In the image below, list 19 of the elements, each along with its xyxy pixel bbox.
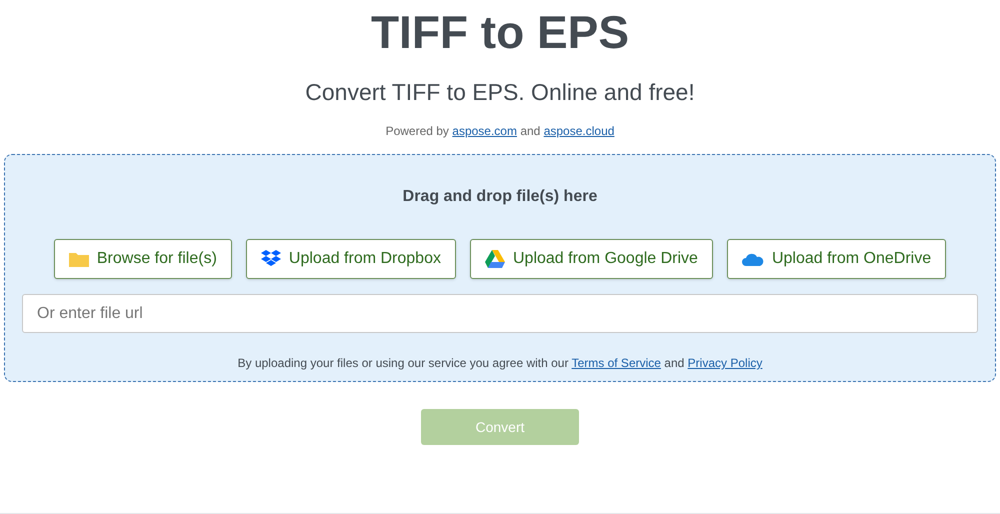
cloud-icon [742, 252, 764, 266]
terms-text: By uploading your files or using our service you agree with our Terms of Service and Privacy Policy [238, 355, 762, 372]
page-title: TIFF to EPS [370, 5, 630, 60]
triangle-icon [484, 250, 505, 268]
upload-button[interactable]: Upload from OneDrive [726, 239, 946, 279]
subtitle: Convert TIFF to EPS. Online and free! [305, 78, 695, 106]
link[interactable]: Terms of Service [572, 356, 661, 370]
box-icon [260, 250, 281, 268]
link[interactable]: Privacy Policy [688, 356, 762, 370]
url-field[interactable]: Or enter file url [22, 294, 978, 333]
folder-icon [68, 251, 89, 267]
powered-by-text: Powered by aspose.com and aspose.cloud [386, 123, 614, 140]
drop-heading: Drag and drop file(s) here [402, 187, 598, 207]
link[interactable]: aspose.cloud [544, 124, 614, 138]
upload-button[interactable]: Upload from Google Drive [470, 239, 713, 279]
upload-button[interactable]: Upload from Dropbox [246, 239, 456, 279]
drop-zone[interactable] [4, 154, 996, 382]
link[interactable]: aspose.com [452, 124, 517, 138]
upload-button[interactable]: Browse for file(s) [54, 239, 232, 279]
